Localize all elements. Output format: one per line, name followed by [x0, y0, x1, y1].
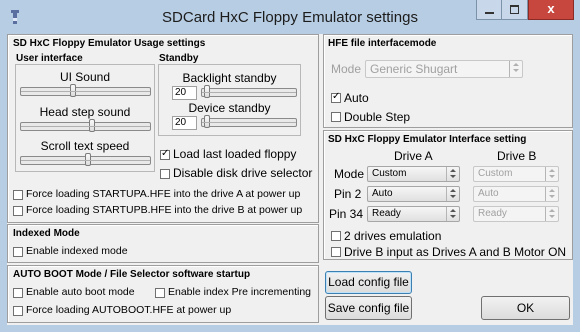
- enable-autoboot-checkbox[interactable]: [13, 288, 23, 298]
- disable-selector-label[interactable]: Disable disk drive selector: [173, 166, 312, 180]
- hfe-mode-select[interactable]: Generic Shugart: [365, 60, 523, 78]
- chevron-updown-icon: [446, 167, 459, 181]
- disable-selector-checkbox[interactable]: [160, 169, 170, 179]
- drive-b-mode-select[interactable]: Custom: [473, 166, 559, 182]
- interface-setting-panel: SD HxC Floppy Emulator Interface setting…: [323, 130, 573, 260]
- drive-a-pin34-select[interactable]: Ready: [367, 206, 460, 222]
- scroll-text-speed-label: Scroll text speed: [40, 139, 130, 153]
- drive-b-mode-value: Custom: [478, 168, 513, 179]
- chevron-updown-icon: [545, 187, 558, 201]
- settings-window: SDCard HxC Floppy Emulator settings x SD…: [0, 0, 580, 332]
- chevron-updown-icon: [446, 207, 459, 221]
- drive-b-pin34-select[interactable]: Ready: [473, 206, 559, 222]
- enable-indexed-label[interactable]: Enable indexed mode: [26, 245, 128, 257]
- hfe-mode-label: Mode: [331, 62, 362, 76]
- pin34-row-label: Pin 34: [329, 207, 364, 221]
- hfe-mode-value: Generic Shugart: [370, 62, 458, 76]
- chevron-updown-icon: [446, 187, 459, 201]
- user-interface-title: User interface: [16, 53, 83, 64]
- force-autoboot-label[interactable]: Force loading AUTOBOOT.HFE at power up: [26, 304, 231, 316]
- device-standby-slider[interactable]: [201, 115, 297, 128]
- interface-setting-title: SD HxC Floppy Emulator Interface setting: [328, 134, 527, 145]
- head-step-sound-slider[interactable]: [20, 119, 151, 132]
- force-startupb-checkbox[interactable]: [13, 206, 23, 216]
- hfe-interface-title: HFE file interfacemode: [328, 38, 437, 49]
- enable-autoboot-label[interactable]: Enable auto boot mode: [26, 286, 135, 298]
- hfe-interface-panel: HFE file interfacemode Mode Generic Shug…: [323, 34, 573, 128]
- title-bar: SDCard HxC Floppy Emulator settings x: [0, 0, 580, 34]
- usage-settings-title: SD HxC Floppy Emulator Usage settings: [13, 38, 206, 49]
- load-last-checkbox[interactable]: [160, 148, 170, 160]
- enable-index-pre-label[interactable]: Enable index Pre incrementing: [168, 286, 311, 298]
- load-config-button[interactable]: Load config file: [325, 271, 412, 294]
- pin2-row-label: Pin 2: [334, 187, 362, 201]
- device-thumb[interactable]: [204, 115, 210, 128]
- scroll-text-speed-slider[interactable]: [20, 153, 151, 166]
- autoboot-panel: AUTO BOOT Mode / File Selector software …: [7, 265, 319, 323]
- enable-indexed-checkbox[interactable]: [13, 247, 23, 257]
- ok-button[interactable]: OK: [481, 296, 570, 320]
- minimize-button[interactable]: [476, 0, 502, 20]
- indexed-mode-title: Indexed Mode: [13, 228, 80, 239]
- backlight-standby-value[interactable]: 20: [172, 86, 197, 100]
- head-step-sound-label: Head step sound: [39, 105, 131, 119]
- drive-b-input-label[interactable]: Drive B input as Drives A and B Motor ON: [344, 245, 566, 259]
- device-standby-label: Device standby: [188, 101, 271, 115]
- ui-sound-slider[interactable]: [20, 84, 151, 97]
- autoboot-title: AUTO BOOT Mode / File Selector software …: [13, 269, 251, 280]
- save-config-button[interactable]: Save config file: [325, 296, 412, 320]
- drive-b-header: Drive B: [497, 149, 537, 163]
- maximize-button[interactable]: [502, 0, 528, 20]
- force-startupa-label[interactable]: Force loading STARTUPA.HFE into the driv…: [26, 188, 300, 200]
- ui-sound-thumb[interactable]: [70, 84, 76, 97]
- two-drives-label[interactable]: 2 drives emulation: [344, 229, 441, 243]
- usage-settings-panel: SD HxC Floppy Emulator Usage settings Us…: [7, 34, 319, 223]
- chevron-updown-icon: [545, 207, 558, 221]
- two-drives-checkbox[interactable]: [331, 231, 341, 241]
- double-step-label[interactable]: Double Step: [344, 110, 410, 124]
- backlight-standby-slider[interactable]: [201, 85, 297, 98]
- auto-label[interactable]: Auto: [344, 91, 369, 105]
- enable-index-pre-checkbox[interactable]: [155, 288, 165, 298]
- backlight-standby-label: Backlight standby: [182, 71, 277, 85]
- drive-b-pin2-select[interactable]: Auto: [473, 186, 559, 202]
- head-step-thumb[interactable]: [89, 119, 95, 132]
- backlight-thumb[interactable]: [204, 85, 210, 98]
- close-button[interactable]: x: [528, 0, 574, 20]
- mode-row-label: Mode: [334, 167, 365, 181]
- chevron-updown-icon: [509, 61, 522, 77]
- force-autoboot-checkbox[interactable]: [13, 306, 23, 316]
- standby-title: Standby: [159, 53, 199, 64]
- auto-checkbox[interactable]: [331, 91, 341, 103]
- ui-sound-label: UI Sound: [59, 70, 111, 84]
- force-startupa-checkbox[interactable]: [13, 190, 23, 200]
- chevron-updown-icon: [545, 167, 558, 181]
- drive-b-pin2-value: Auto: [478, 188, 499, 199]
- dialog-client: SD HxC Floppy Emulator Usage settings Us…: [7, 34, 573, 325]
- indexed-mode-panel: Indexed Mode Enable indexed mode: [7, 224, 319, 263]
- drive-b-input-checkbox[interactable]: [331, 247, 341, 257]
- load-last-label[interactable]: Load last loaded floppy: [173, 147, 296, 161]
- drive-a-pin2-value: Auto: [372, 188, 393, 199]
- drive-a-mode-select[interactable]: Custom: [367, 166, 460, 182]
- scroll-speed-thumb[interactable]: [85, 153, 91, 166]
- drive-a-pin2-select[interactable]: Auto: [367, 186, 460, 202]
- force-startupb-label[interactable]: Force loading STARTUPB.HFE into the driv…: [26, 204, 302, 216]
- drive-a-header: Drive A: [394, 149, 433, 163]
- device-standby-value[interactable]: 20: [172, 116, 197, 130]
- drive-b-pin34-value: Ready: [478, 208, 507, 219]
- double-step-checkbox[interactable]: [331, 112, 341, 122]
- drive-a-pin34-value: Ready: [372, 208, 401, 219]
- drive-a-mode-value: Custom: [372, 168, 407, 179]
